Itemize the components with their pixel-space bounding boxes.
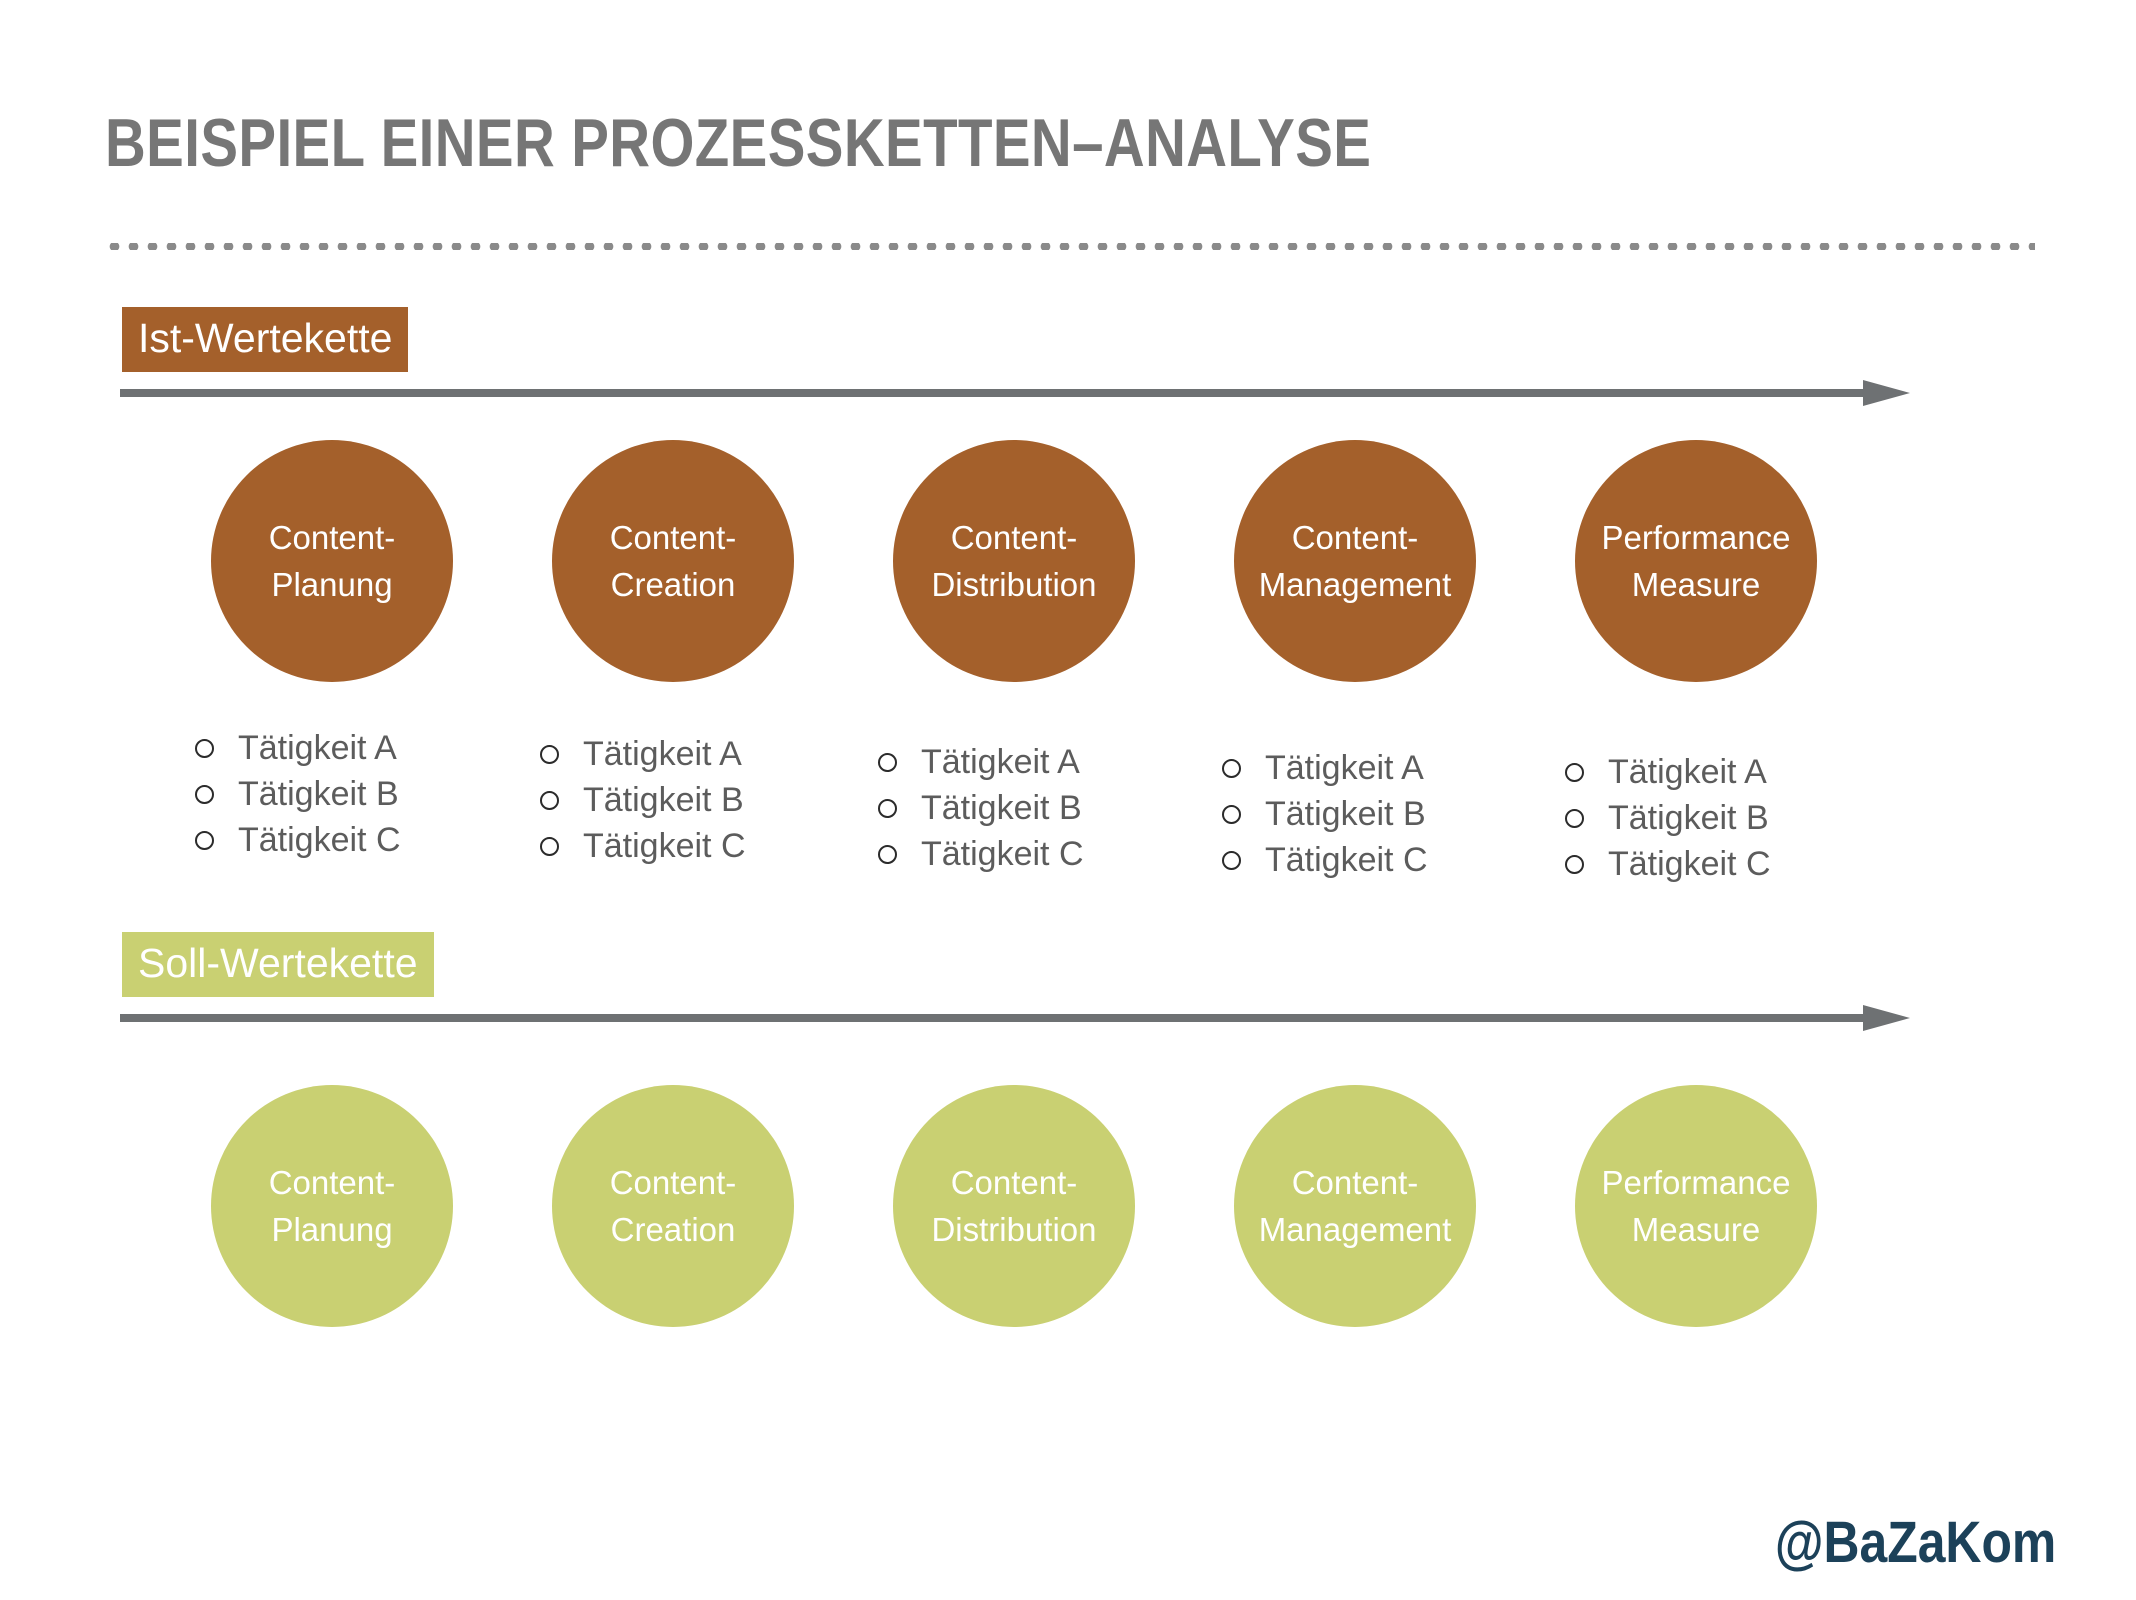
chain-label-soll: Soll-Wertekette bbox=[122, 932, 434, 997]
node-line-1: Content- bbox=[268, 1164, 396, 1201]
bullet-circle-icon bbox=[195, 830, 214, 850]
brand-watermark: @BaZaKom bbox=[1774, 1510, 2056, 1575]
list-item: Tätigkeit C bbox=[878, 834, 1084, 874]
bullet-circle-icon bbox=[540, 836, 559, 856]
list-item: Tätigkeit C bbox=[1222, 840, 1428, 880]
process-node-label: Content- Creation bbox=[604, 1159, 743, 1253]
node-line-1: Content- bbox=[609, 519, 737, 556]
node-line-1: Content- bbox=[1291, 519, 1419, 556]
list-item: Tätigkeit C bbox=[1565, 844, 1771, 884]
node-line-2: Distribution bbox=[931, 1211, 1097, 1248]
node-line-2: Planung bbox=[271, 1211, 393, 1248]
node-line-2: Measure bbox=[1631, 1211, 1761, 1248]
node-line-1: Performance bbox=[1601, 1164, 1791, 1201]
process-node-label: Content- Planung bbox=[263, 1159, 402, 1253]
list-item: Tätigkeit C bbox=[195, 820, 401, 860]
activity-list-row-ist: Tätigkeit A Tätigkeit B Tätigkeit C Täti… bbox=[0, 0, 2136, 883]
node-line-1: Content- bbox=[950, 1164, 1078, 1201]
node-line-1: Content- bbox=[1291, 1164, 1419, 1201]
bullet-circle-icon bbox=[878, 844, 897, 864]
activity-list-row-soll: Tätigkeit A Tätigkeit B Tätigkeit C Täti… bbox=[0, 625, 2136, 825]
bullet-circle-icon bbox=[1222, 850, 1241, 870]
process-node-label: Content- Distribution bbox=[925, 514, 1102, 608]
chain-label-ist: Ist-Wertekette bbox=[122, 307, 409, 372]
process-arrow-ist bbox=[120, 380, 1910, 406]
node-row-soll: Content- Planung Content- Creation Conte… bbox=[0, 1085, 2136, 1335]
process-node-label: Content- Creation bbox=[604, 514, 743, 608]
process-arrow-soll bbox=[120, 1005, 1910, 1031]
list-item-label: Tätigkeit C bbox=[583, 827, 746, 865]
arrow-line-icon bbox=[120, 1014, 1875, 1022]
node-line-1: Content- bbox=[268, 519, 396, 556]
process-node-label: Content- Planung bbox=[263, 514, 402, 608]
node-line-1: Content- bbox=[609, 1164, 737, 1201]
arrow-head-icon bbox=[1863, 1005, 1910, 1031]
bullet-circle-icon bbox=[1565, 854, 1584, 874]
arrow-head-icon bbox=[1863, 380, 1910, 406]
process-node-label: Content- Management bbox=[1253, 514, 1458, 608]
process-node-creation[interactable]: Content- Creation bbox=[552, 1085, 794, 1327]
slide-canvas: BEISPIEL EINER PROZESSKETTEN–ANALYSE Ist… bbox=[0, 0, 2136, 1600]
list-item: Tätigkeit C bbox=[540, 826, 746, 866]
process-node-management[interactable]: Content- Management bbox=[1234, 1085, 1476, 1327]
list-item-label: Tätigkeit C bbox=[238, 821, 401, 859]
node-line-2: Creation bbox=[610, 1211, 736, 1248]
arrow-line-icon bbox=[120, 389, 1875, 397]
node-line-2: Planung bbox=[271, 566, 393, 603]
node-line-2: Measure bbox=[1631, 566, 1761, 603]
node-line-2: Creation bbox=[610, 566, 736, 603]
process-node-distribution[interactable]: Content- Distribution bbox=[893, 1085, 1135, 1327]
list-item-label: Tätigkeit C bbox=[921, 835, 1084, 873]
process-node-label: Content- Management bbox=[1253, 1159, 1458, 1253]
node-line-2: Management bbox=[1258, 566, 1452, 603]
process-node-label: Performance Measure bbox=[1596, 1159, 1797, 1253]
node-line-2: Management bbox=[1258, 1211, 1452, 1248]
dotted-divider bbox=[105, 243, 2035, 250]
list-item-label: Tätigkeit C bbox=[1265, 841, 1428, 879]
node-line-1: Performance bbox=[1601, 519, 1791, 556]
process-node-planung[interactable]: Content- Planung bbox=[211, 1085, 453, 1327]
node-line-2: Distribution bbox=[931, 566, 1097, 603]
process-node-performance[interactable]: Performance Measure bbox=[1575, 1085, 1817, 1327]
process-node-label: Performance Measure bbox=[1596, 514, 1797, 608]
node-line-1: Content- bbox=[950, 519, 1078, 556]
list-item-label: Tätigkeit C bbox=[1608, 845, 1771, 883]
process-node-label: Content- Distribution bbox=[925, 1159, 1102, 1253]
